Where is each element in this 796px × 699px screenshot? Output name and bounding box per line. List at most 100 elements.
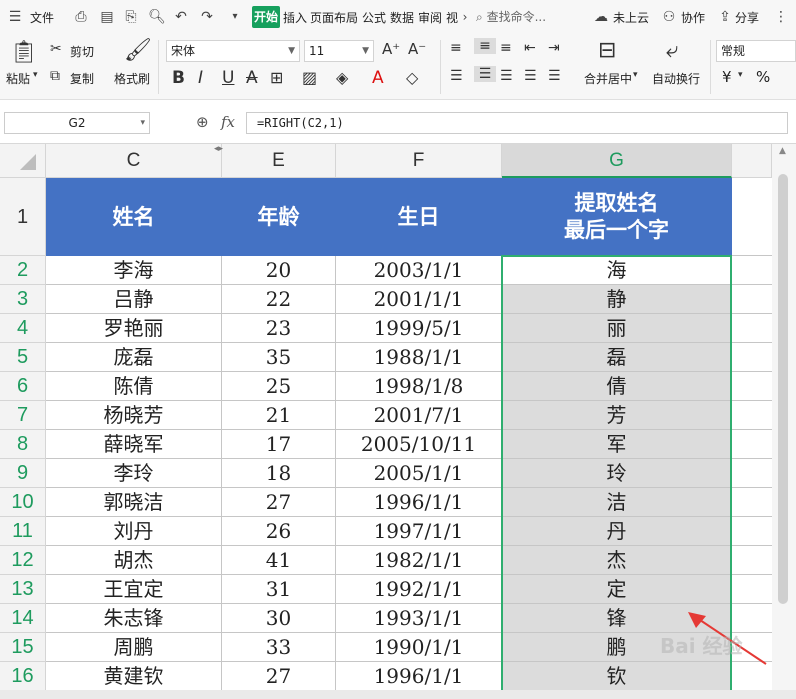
strikethrough-icon[interactable]: A (246, 68, 258, 88)
cell-name[interactable]: 刘丹 (46, 517, 222, 546)
underline-icon[interactable]: U (222, 68, 234, 88)
header-cell-birthday[interactable]: 生日 (336, 178, 502, 256)
column-header-f[interactable]: F (336, 144, 502, 178)
cell-name[interactable]: 吕静 (46, 285, 222, 314)
row-header[interactable]: 9 (0, 459, 46, 488)
cell-birthday[interactable]: 1992/1/1 (336, 575, 502, 604)
blank-cell[interactable] (732, 372, 772, 401)
fx-button[interactable]: fx (221, 113, 235, 131)
cell-name[interactable]: 庞磊 (46, 343, 222, 372)
cell-birthday[interactable]: 2003/1/1 (336, 256, 502, 285)
justify-icon[interactable]: ☰ (524, 68, 537, 84)
tab-insert[interactable]: 插入 (283, 9, 307, 26)
cell-birthday[interactable]: 1982/1/1 (336, 546, 502, 575)
cut-button[interactable]: 剪切 (70, 43, 94, 60)
cell-name[interactable]: 周鹏 (46, 633, 222, 662)
cell-style-icon[interactable]: ▨ (302, 68, 317, 87)
cell-last-char[interactable]: 静 (502, 285, 732, 314)
cell-last-char[interactable]: 芳 (502, 401, 732, 430)
scrollbar-thumb[interactable] (778, 174, 788, 604)
scroll-up-icon[interactable]: ▲ (779, 146, 786, 156)
header-cell-age[interactable]: 年龄 (222, 178, 336, 256)
blank-cell[interactable] (732, 546, 772, 575)
cloud-status[interactable]: 未上云 (613, 9, 649, 26)
blank-cell[interactable] (732, 401, 772, 430)
column-header-g[interactable]: G (502, 144, 732, 178)
paste-icon[interactable]: 📋︎ (10, 40, 38, 65)
blank-cell[interactable] (732, 459, 772, 488)
cell-birthday[interactable]: 1993/1/1 (336, 604, 502, 633)
cell-last-char[interactable]: 丹 (502, 517, 732, 546)
copy-button[interactable]: 复制 (70, 70, 94, 87)
header-cell-extract[interactable]: 提取姓名 最后一个字 (502, 178, 732, 256)
cell-age[interactable]: 27 (222, 662, 336, 691)
increase-font-icon[interactable]: A⁺ (382, 40, 400, 58)
row-header-1[interactable]: 1 (0, 178, 46, 256)
cell-age[interactable]: 30 (222, 604, 336, 633)
bold-icon[interactable]: B (172, 68, 185, 88)
cell-last-char[interactable]: 丽 (502, 314, 732, 343)
cell-age[interactable]: 33 (222, 633, 336, 662)
format-painter-button[interactable]: 格式刷 (114, 70, 150, 87)
row-header[interactable]: 7 (0, 401, 46, 430)
column-header-e[interactable]: E (222, 144, 336, 178)
cell-birthday[interactable]: 1998/1/8 (336, 372, 502, 401)
print-icon[interactable]: ⎘ (122, 8, 140, 26)
cell-birthday[interactable]: 1999/5/1 (336, 314, 502, 343)
cell-last-char[interactable]: 定 (502, 575, 732, 604)
cell-last-char[interactable]: 军 (502, 430, 732, 459)
cell-last-char[interactable]: 倩 (502, 372, 732, 401)
hidden-column-marker-icon[interactable]: ◂▸ (214, 144, 223, 154)
chevron-down-icon[interactable]: ▾ (226, 8, 244, 26)
formula-input[interactable]: =RIGHT(C2,1) (246, 112, 788, 134)
cell-name[interactable]: 陈倩 (46, 372, 222, 401)
cell-name[interactable]: 黄建钦 (46, 662, 222, 691)
blank-cell[interactable] (732, 488, 772, 517)
blank-cell[interactable] (732, 178, 772, 256)
chevron-right-icon[interactable]: › (456, 8, 474, 26)
cell-age[interactable]: 18 (222, 459, 336, 488)
row-header[interactable]: 13 (0, 575, 46, 604)
decrease-font-icon[interactable]: A⁻ (408, 40, 426, 58)
cell-name[interactable]: 李海 (46, 256, 222, 285)
row-header[interactable]: 4 (0, 314, 46, 343)
align-right-icon[interactable]: ☰ (500, 68, 513, 84)
wrap-text-button[interactable]: 自动换行 (652, 70, 700, 87)
select-all-corner[interactable] (0, 144, 46, 178)
header-cell-name[interactable]: 姓名 (46, 178, 222, 256)
cell-birthday[interactable]: 1996/1/1 (336, 488, 502, 517)
blank-cell[interactable] (732, 285, 772, 314)
row-header[interactable]: 16 (0, 662, 46, 691)
cell-name[interactable]: 胡杰 (46, 546, 222, 575)
cell-age[interactable]: 17 (222, 430, 336, 459)
tab-start[interactable]: 开始 (252, 6, 280, 28)
collab-button[interactable]: 协作 (681, 9, 705, 26)
cell-age[interactable]: 27 (222, 488, 336, 517)
font-color-icon[interactable]: A (372, 68, 384, 88)
export-icon[interactable]: ▤ (98, 8, 116, 26)
file-menu[interactable]: 文件 (30, 9, 54, 26)
indent-decrease-icon[interactable]: ⇤ (524, 40, 536, 56)
clear-format-icon[interactable]: ◇ (406, 68, 418, 87)
print-preview-icon[interactable]: 🔍︎ (148, 8, 166, 26)
cell-age[interactable]: 35 (222, 343, 336, 372)
chevron-down-icon[interactable]: ▾ (738, 70, 743, 80)
cell-name[interactable]: 薛晓军 (46, 430, 222, 459)
blank-cell[interactable] (732, 430, 772, 459)
cell-last-char[interactable]: 磊 (502, 343, 732, 372)
save-icon[interactable]: ⎙ (72, 8, 90, 26)
font-name-select[interactable]: 宋体 ▼ (166, 40, 300, 62)
distribute-icon[interactable]: ☰ (548, 68, 561, 84)
blank-cell[interactable] (732, 256, 772, 285)
chevron-down-icon[interactable]: ▾ (33, 70, 38, 80)
blank-cell[interactable] (732, 517, 772, 546)
name-box[interactable]: G2 ▾ (4, 112, 150, 134)
cell-birthday[interactable]: 2001/7/1 (336, 401, 502, 430)
number-format-select[interactable]: 常规 (716, 40, 796, 62)
row-header[interactable]: 10 (0, 488, 46, 517)
row-header[interactable]: 2 (0, 256, 46, 285)
cell-name[interactable]: 朱志锋 (46, 604, 222, 633)
cell-name[interactable]: 郭晓洁 (46, 488, 222, 517)
cell-name[interactable]: 杨晓芳 (46, 401, 222, 430)
blank-cell[interactable] (732, 575, 772, 604)
